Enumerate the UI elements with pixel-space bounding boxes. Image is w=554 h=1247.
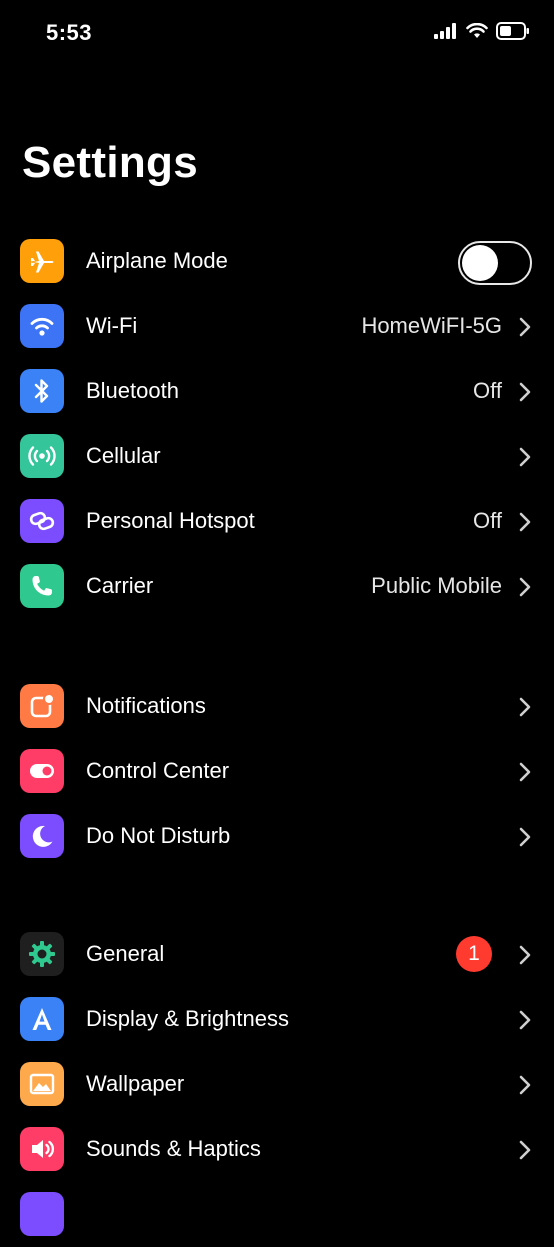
general-group: General 1 Display & Brightness Wallpaper: [0, 922, 554, 1247]
chevron-right-icon: [519, 577, 531, 597]
chevron-right-icon: [519, 1010, 531, 1030]
display-brightness-label: Display & Brightness: [86, 1006, 289, 1031]
cellular-icon: [20, 434, 64, 478]
partial-icon: [20, 1192, 64, 1236]
airplane-mode-toggle[interactable]: [458, 241, 532, 285]
wallpaper-icon: [20, 1062, 64, 1106]
airplane-mode-row[interactable]: Airplane Mode: [0, 229, 554, 294]
personal-hotspot-value: Off: [473, 508, 502, 533]
notifications-row[interactable]: Notifications: [0, 674, 554, 739]
cellular-label: Cellular: [86, 443, 161, 468]
cellular-row[interactable]: Cellular: [0, 424, 554, 489]
chevron-right-icon: [519, 382, 531, 402]
speaker-icon: [20, 1127, 64, 1171]
airplane-mode-label: Airplane Mode: [86, 248, 228, 273]
wallpaper-row[interactable]: Wallpaper: [0, 1052, 554, 1117]
chevron-right-icon: [519, 827, 531, 847]
do-not-disturb-label: Do Not Disturb: [86, 823, 231, 848]
wifi-icon: [20, 304, 64, 348]
control-center-row[interactable]: Control Center: [0, 739, 554, 804]
next-row-partial[interactable]: [0, 1182, 554, 1247]
phone-icon: [20, 564, 64, 608]
carrier-value: Public Mobile: [371, 573, 502, 598]
wallpaper-label: Wallpaper: [86, 1071, 185, 1096]
chevron-right-icon: [519, 1140, 531, 1160]
control-center-icon: [20, 749, 64, 793]
chevron-right-icon: [519, 447, 531, 467]
wifi-row[interactable]: Wi-Fi HomeWiFI-5G: [0, 294, 554, 359]
chevron-right-icon: [519, 512, 531, 532]
control-center-label: Control Center: [86, 758, 230, 783]
wifi-status-icon: [466, 23, 488, 38]
status-bar: 5:53: [0, 0, 554, 70]
battery-icon: [496, 22, 529, 40]
wifi-value: HomeWiFI-5G: [361, 313, 502, 338]
chevron-right-icon: [519, 762, 531, 782]
sounds-haptics-row[interactable]: Sounds & Haptics: [0, 1117, 554, 1182]
bluetooth-value: Off: [473, 378, 502, 403]
display-brightness-row[interactable]: Display & Brightness: [0, 987, 554, 1052]
personal-hotspot-row[interactable]: Personal Hotspot Off: [0, 489, 554, 554]
moon-icon: [20, 814, 64, 858]
bluetooth-label: Bluetooth: [86, 378, 179, 403]
wifi-label: Wi-Fi: [86, 313, 138, 338]
carrier-row[interactable]: Carrier Public Mobile: [0, 554, 554, 619]
bluetooth-icon: [20, 369, 64, 413]
chevron-right-icon: [519, 945, 531, 965]
general-row[interactable]: General 1: [0, 922, 554, 987]
display-icon: [20, 997, 64, 1041]
connectivity-group: Airplane Mode Wi-Fi HomeWiFI-5G Bluetoot…: [0, 229, 554, 619]
personal-hotspot-label: Personal Hotspot: [86, 508, 255, 533]
chevron-right-icon: [519, 317, 531, 337]
bluetooth-row[interactable]: Bluetooth Off: [0, 359, 554, 424]
notifications-group: Notifications Control Center Do Not Dist…: [0, 674, 554, 869]
chevron-right-icon: [519, 1075, 531, 1095]
status-time: 5:53: [46, 20, 93, 45]
chevron-right-icon: [519, 697, 531, 717]
status-icons: [434, 22, 530, 40]
notifications-icon: [20, 684, 64, 728]
airplane-icon: [20, 239, 64, 283]
notification-badge: 1: [456, 936, 492, 972]
sounds-haptics-label: Sounds & Haptics: [86, 1136, 261, 1161]
gear-icon: [20, 932, 64, 976]
notifications-label: Notifications: [86, 693, 206, 718]
page-title: Settings: [22, 138, 198, 187]
hotspot-icon: [20, 499, 64, 543]
carrier-label: Carrier: [86, 573, 154, 598]
toggle-knob: [462, 245, 498, 281]
do-not-disturb-row[interactable]: Do Not Disturb: [0, 804, 554, 869]
signal-icon: [434, 23, 456, 39]
general-label: General: [86, 941, 165, 966]
